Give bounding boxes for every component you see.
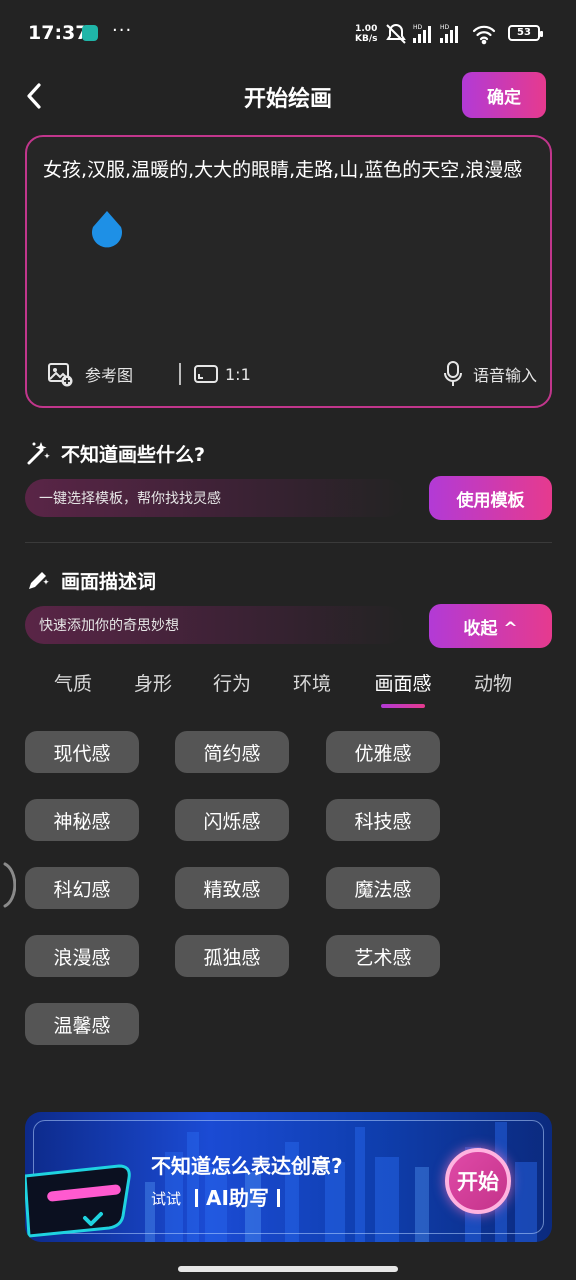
chip-scifi[interactable]: 科幻感 <box>25 867 139 909</box>
pen-sparkle-icon <box>29 572 49 589</box>
chip-romantic[interactable]: 浪漫感 <box>25 935 139 977</box>
tab-figure[interactable]: 身形 <box>113 666 193 706</box>
aspect-ratio-label: 1:1 <box>225 364 251 384</box>
descriptor-hint: 快速添加你的奇思妙想 <box>25 606 405 644</box>
home-indicator[interactable] <box>178 1266 398 1272</box>
chip-mysterious[interactable]: 神秘感 <box>25 799 139 841</box>
battery-icon: 53 <box>508 25 543 41</box>
image-add-icon <box>48 363 73 387</box>
banner-try-label: 试试 <box>151 1189 182 1208</box>
chip-minimal[interactable]: 简约感 <box>175 731 289 773</box>
template-section-title: 不知道画些什么? <box>25 438 205 468</box>
mute-bell-icon <box>386 24 406 44</box>
chip-sparkling[interactable]: 闪烁感 <box>175 799 289 841</box>
template-section-heading: 不知道画些什么? <box>61 443 206 466</box>
status-icons: HD HD <box>386 24 496 45</box>
voice-input-label: 语音输入 <box>472 366 537 385</box>
ai-writing-banner[interactable]: 不知道怎么表达创意? 试试 AI助写 开始 <box>25 1112 552 1242</box>
cell-signal-icon-1: HD <box>413 24 431 43</box>
svg-text:HD: HD <box>413 24 423 31</box>
collapse-button[interactable]: 收起 ^ <box>429 604 552 648</box>
prompt-toolbar: 参考图 1:1 语音输入 <box>47 359 537 389</box>
prompt-input[interactable]: 女孩,汉服,温暖的,大大的眼睛,走路,山,蓝色的天空,浪漫感 参考图 1:1 语… <box>25 135 552 408</box>
tab-environment[interactable]: 环境 <box>272 666 352 706</box>
tab-action[interactable]: 行为 <box>192 666 272 706</box>
tab-picture-feel[interactable]: 画面感 <box>363 666 443 706</box>
chip-cozy[interactable]: 温馨感 <box>25 1003 139 1045</box>
status-bar: 17:37 ··· 1.00 KB/s HD HD 53 <box>0 0 576 66</box>
banner-subtitle: 试试 AI助写 <box>151 1184 280 1212</box>
chevron-left-icon <box>27 83 41 109</box>
robot-visor-icon <box>25 1164 131 1238</box>
aspect-ratio-icon <box>194 365 218 383</box>
reference-image-label: 参考图 <box>85 366 134 385</box>
chip-modern[interactable]: 现代感 <box>25 731 139 773</box>
network-speed-value: 1.00 <box>355 24 378 34</box>
network-speed-unit: KB/s <box>355 34 378 44</box>
reference-image-button[interactable]: 参考图 <box>47 359 133 389</box>
prompt-text[interactable]: 女孩,汉服,温暖的,大大的眼睛,走路,山,蓝色的天空,浪漫感 <box>43 155 535 185</box>
chip-lonely[interactable]: 孤独感 <box>175 935 289 977</box>
chip-elegant[interactable]: 优雅感 <box>326 731 440 773</box>
chip-artistic[interactable]: 艺术感 <box>326 935 440 977</box>
network-speed: 1.00 KB/s <box>355 24 377 44</box>
section-divider <box>25 542 552 543</box>
more-notifications-icon: ··· <box>112 20 133 41</box>
descriptor-tabs: 气质 身形 行为 环境 画面感 动物 <box>25 666 552 712</box>
text-cursor-handle-icon[interactable] <box>90 209 124 249</box>
chip-exquisite[interactable]: 精致感 <box>175 867 289 909</box>
svg-text:HD: HD <box>440 24 450 31</box>
wifi-icon <box>472 25 496 45</box>
banner-ai-label: AI助写 <box>195 1188 280 1208</box>
tab-animal[interactable]: 动物 <box>453 666 533 706</box>
descriptor-section-heading: 画面描述词 <box>61 570 157 593</box>
chip-magic[interactable]: 魔法感 <box>326 867 440 909</box>
use-template-button[interactable]: 使用模板 <box>429 476 552 520</box>
app-notification-icon <box>82 25 98 41</box>
chip-tech[interactable]: 科技感 <box>326 799 440 841</box>
active-tab-indicator <box>381 704 425 708</box>
magic-wand-icon <box>27 442 50 465</box>
confirm-button[interactable]: 确定 <box>462 72 546 118</box>
template-hint: 一键选择模板，帮你找找灵感 <box>25 479 405 517</box>
descriptor-section-title: 画面描述词 <box>25 565 156 595</box>
cell-signal-icon-2: HD <box>440 24 458 43</box>
status-time: 17:37 <box>28 22 89 44</box>
edge-gesture-handle[interactable] <box>0 860 16 910</box>
toolbar-divider <box>179 363 181 385</box>
voice-input-button[interactable]: 语音输入 <box>443 359 537 389</box>
aspect-ratio-button[interactable]: 1:1 <box>193 359 251 389</box>
banner-title: 不知道怎么表达创意? <box>151 1154 343 1178</box>
microphone-icon <box>443 361 462 386</box>
back-button[interactable] <box>16 76 56 116</box>
tab-temperament[interactable]: 气质 <box>33 666 113 706</box>
start-button[interactable]: 开始 <box>445 1148 511 1214</box>
